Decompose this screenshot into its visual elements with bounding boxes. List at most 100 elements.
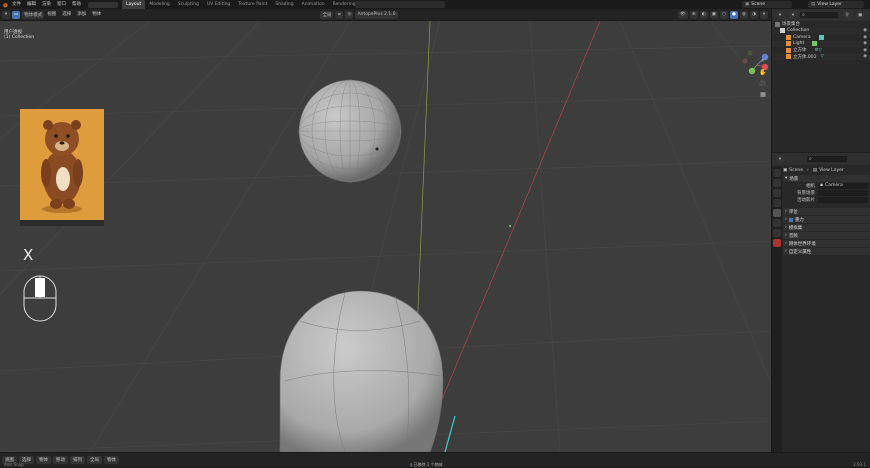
x-axis-line	[419, 21, 601, 452]
bg-scene-field[interactable]	[818, 189, 868, 196]
status-report-text: ▮ 已移除 1 个物体	[410, 462, 443, 468]
status-arrange-button[interactable]: 排列	[70, 456, 85, 464]
eye-icon[interactable]: ◉	[863, 48, 867, 53]
visibility-button[interactable]: 👁	[678, 10, 688, 19]
section-scene[interactable]: ▾ 场景	[783, 175, 870, 182]
proportional-edit-button[interactable]: ◎	[345, 10, 354, 19]
xray-button[interactable]: ▣	[709, 10, 718, 19]
outliner-item-cube-001[interactable]: 立方体.001 ▽ ◉	[772, 53, 870, 60]
shading-options-button[interactable]: ▾	[760, 10, 768, 19]
reference-image-footer	[20, 220, 104, 226]
mesh-icon	[786, 54, 791, 60]
active-clip-row: 活动影片	[783, 196, 870, 203]
outliner-item-label: Camera	[793, 34, 811, 40]
3d-viewport[interactable]: 用户透视 (1) Collection 选项 X ⌕ ✋	[0, 21, 771, 452]
zoom-icon[interactable]: ⌕	[758, 57, 768, 65]
section-gravity-label: 重力	[794, 217, 804, 223]
menu-window[interactable]: 窗口	[54, 0, 69, 9]
menu-render[interactable]: 渲染	[39, 0, 54, 9]
blender-logo-icon[interactable]	[0, 0, 9, 9]
shading-wire-button[interactable]: ○	[720, 10, 728, 19]
status-mode-dropdown[interactable]: 物体	[104, 456, 119, 464]
status-move-button[interactable]: 移动	[53, 456, 68, 464]
workspace-tab-uv-editing[interactable]: UV Editing	[203, 0, 234, 9]
shading-solid-button[interactable]: ●	[730, 10, 738, 19]
addon-toolbar[interactable]	[355, 1, 445, 8]
breadcrumb-view-layer: View Layer	[819, 168, 844, 173]
chevron-right-icon: ›	[785, 249, 787, 254]
properties-search-input[interactable]: ⌕	[807, 156, 847, 162]
camera-field[interactable]: ▪ Camera	[818, 182, 868, 189]
scene-tab-icon[interactable]	[773, 209, 781, 217]
workspace-tab-sculpting[interactable]: Sculpting	[174, 0, 203, 9]
viewport-header: ▾ ▭ 物体模式 视图 选择 添加 物体 全局 ⌗ ◎ AntopePlus 2…	[0, 9, 771, 21]
eye-icon[interactable]: ◉	[863, 54, 867, 59]
workspace-tab-animation[interactable]: Animation	[298, 0, 329, 9]
shading-material-button[interactable]: ◍	[740, 10, 748, 19]
status-pivot-dropdown[interactable]: 全局	[87, 456, 102, 464]
outliner-filter-button[interactable]: ▾	[789, 11, 797, 19]
tool-tab-icon[interactable]	[773, 169, 781, 177]
workspace-tab-shading[interactable]: Shading	[271, 0, 297, 9]
eye-icon[interactable]: ◉	[863, 35, 867, 40]
view-layer-tab-icon[interactable]	[773, 199, 781, 207]
world-tab-icon[interactable]	[773, 219, 781, 227]
viewport-menu-view[interactable]: 视图	[44, 10, 59, 19]
object-mode-dropdown[interactable]: 物体模式	[22, 10, 45, 19]
gizmo-button[interactable]: ⊕	[689, 10, 698, 19]
viewport-menu-select[interactable]: 选择	[59, 10, 74, 19]
select-box-tool-button[interactable]: ▭	[12, 10, 21, 19]
scene-selector[interactable]: ▣ Scene	[742, 1, 792, 8]
section-custom-properties[interactable]: › 自定义属性	[783, 248, 870, 255]
workspace-tab-modeling[interactable]: Modeling	[145, 0, 173, 9]
camera-row: 相机 ▪ Camera	[783, 182, 870, 189]
camera-label: 相机	[806, 183, 815, 189]
menu-file[interactable]: 文件	[9, 0, 24, 9]
active-clip-field[interactable]	[818, 196, 868, 203]
status-object-button[interactable]: 物体	[36, 456, 51, 464]
outliner-search-input[interactable]: ⌕	[800, 12, 838, 18]
view-layer-selector[interactable]: ▤ View Layer	[808, 1, 864, 8]
section-gravity[interactable]: › 重力	[783, 216, 870, 223]
pan-hand-icon[interactable]: ✋	[758, 68, 768, 76]
grid-view-icon[interactable]: ▦	[758, 90, 768, 98]
section-audio[interactable]: › 音频	[783, 232, 870, 239]
outliner-filter-funnel-button[interactable]: ⚲	[843, 11, 851, 19]
eye-icon[interactable]: ◉	[863, 28, 867, 33]
overlay-button[interactable]: ◐	[699, 10, 708, 19]
section-rigid-body-world[interactable]: › 刚体世界环境	[783, 240, 870, 247]
section-simulation[interactable]: › 模拟集	[783, 224, 870, 231]
gravity-checkbox[interactable]	[788, 217, 793, 222]
quick-menu-placeholder[interactable]	[88, 1, 118, 8]
camera-data-icon	[818, 34, 824, 40]
outliner-item-label: Light	[793, 41, 805, 47]
properties-editor-type-button[interactable]: ▾	[776, 155, 784, 163]
transform-orientation-dropdown[interactable]: 全局	[320, 10, 334, 19]
outliner-editor-type-button[interactable]: ▾	[776, 11, 784, 19]
properties-tabs	[772, 167, 782, 466]
editor-type-button[interactable]: ▾	[2, 10, 10, 19]
outliner-new-collection-button[interactable]: ▣	[856, 11, 865, 19]
shading-render-button[interactable]: ◑	[750, 10, 758, 19]
light-icon	[786, 41, 791, 47]
section-units[interactable]: › 单位	[783, 208, 870, 215]
snap-button[interactable]: ⌗	[335, 10, 344, 19]
viewport-menu-add[interactable]: 添加	[74, 10, 89, 19]
render-tab-icon[interactable]	[773, 179, 781, 187]
camera-value: Camera	[825, 183, 843, 188]
addon-button[interactable]: AntopePlus 2.1.0	[355, 10, 398, 19]
chevron-right-icon: ›	[785, 233, 787, 238]
viewport-menu-object[interactable]: 物体	[89, 10, 104, 19]
status-mode-label: 物体	[107, 458, 116, 463]
collection-tab-icon[interactable]	[773, 229, 781, 237]
properties-header: ▾ ⌕	[772, 153, 870, 165]
workspace-tab-texture-paint[interactable]: Texture Paint	[234, 0, 271, 9]
camera-view-icon[interactable]: 🎥	[758, 79, 768, 87]
workspace-tab-layout[interactable]: Layout	[122, 0, 146, 9]
output-tab-icon[interactable]	[773, 189, 781, 197]
sphere-object	[298, 79, 402, 183]
eye-icon[interactable]: ◉	[863, 41, 867, 46]
menu-edit[interactable]: 编辑	[24, 0, 39, 9]
menu-help[interactable]: 帮助	[69, 0, 84, 9]
texture-tab-icon[interactable]	[773, 239, 781, 247]
